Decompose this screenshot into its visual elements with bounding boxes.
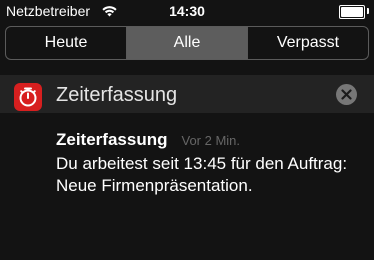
segment-heute[interactable]: Heute	[6, 27, 126, 59]
stopwatch-icon	[14, 83, 42, 111]
status-time: 14:30	[169, 3, 205, 19]
notification-body: Du arbeitest seit 13:45 für den Auftrag:…	[56, 154, 348, 195]
segment-verpasst[interactable]: Verpasst	[247, 27, 368, 59]
segment-alle[interactable]: Alle	[126, 27, 247, 59]
notification-filter-segmented-control: Heute Alle Verpasst	[5, 26, 369, 60]
app-section-header: Zeiterfassung	[0, 75, 374, 113]
battery-tip	[367, 8, 369, 14]
battery-icon	[339, 5, 365, 19]
section-title: Zeiterfassung	[56, 84, 178, 106]
notification-time: Vor 2 Min.	[181, 133, 241, 148]
close-icon[interactable]	[336, 84, 357, 105]
status-bar: Netzbetreiber 14:30	[0, 0, 374, 22]
notification-item[interactable]: Zeiterfassung Vor 2 Min. Du arbeitest sei…	[56, 130, 366, 197]
notification-title: Zeiterfassung	[56, 130, 168, 149]
notification-header: Zeiterfassung Vor 2 Min.	[56, 130, 366, 150]
